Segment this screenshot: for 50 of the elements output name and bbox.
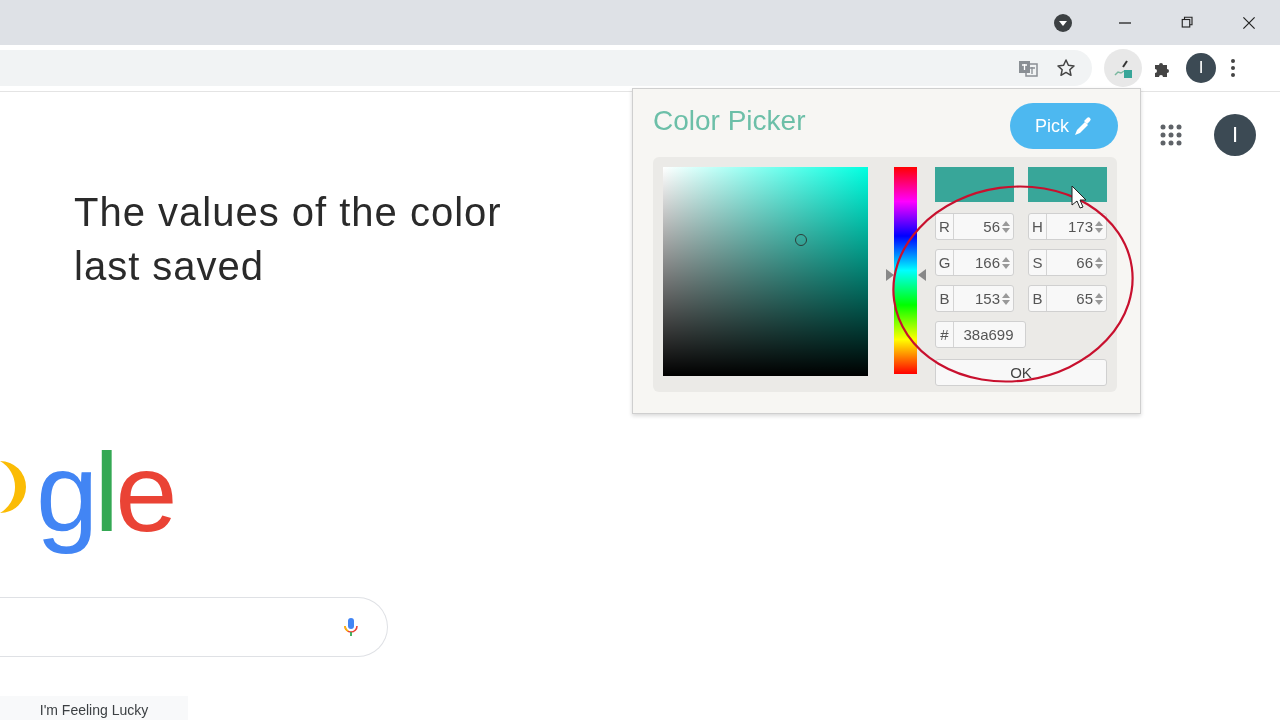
profile-avatar[interactable]: I — [1214, 114, 1256, 156]
field-value: 65 — [1075, 290, 1094, 307]
number-field[interactable]: R 56 — [935, 213, 1014, 240]
number-field[interactable]: S 66 — [1028, 249, 1107, 276]
spinner-icon[interactable] — [1002, 219, 1010, 234]
dropdown-icon — [1053, 12, 1073, 33]
minimize-icon — [1119, 21, 1131, 24]
apps-grid-icon — [1160, 124, 1182, 146]
field-label: S — [1029, 250, 1047, 275]
field-value: 173 — [1066, 218, 1094, 235]
field-value: 56 — [982, 218, 1001, 235]
logo-text: gle — [36, 433, 174, 553]
popup-title: Color Picker — [653, 105, 806, 137]
field-label: H — [1029, 214, 1047, 239]
field-value: 38a699 — [962, 326, 1015, 343]
ok-button[interactable]: OK — [935, 359, 1107, 386]
spinner-icon[interactable] — [1095, 255, 1103, 270]
field-value: 153 — [973, 290, 1001, 307]
number-field[interactable]: # 38a699 — [935, 321, 1026, 348]
spinner-icon[interactable] — [1095, 291, 1103, 306]
number-field[interactable]: B 65 — [1028, 285, 1107, 312]
restore-icon — [1179, 15, 1195, 30]
color-picker-extension-button[interactable] — [1104, 49, 1142, 87]
bookmark-star-button[interactable] — [1056, 58, 1076, 78]
menu-icon — [1230, 58, 1236, 78]
field-label: B — [936, 286, 954, 311]
caption-text: The values of the color last saved — [74, 189, 503, 290]
field-value: 66 — [1075, 254, 1094, 271]
number-field[interactable]: H 173 — [1028, 213, 1107, 240]
field-label: G — [936, 250, 954, 275]
mouse-pointer-icon — [1071, 185, 1087, 209]
field-label: B — [1029, 286, 1047, 311]
spinner-icon[interactable] — [1095, 219, 1103, 234]
star-icon — [1056, 58, 1076, 78]
feeling-lucky-button[interactable]: I'm Feeling Lucky — [0, 696, 188, 720]
translate-button[interactable] — [1018, 58, 1038, 78]
profile-avatar[interactable]: I — [1186, 53, 1216, 83]
number-field[interactable]: B 153 — [935, 285, 1014, 312]
menu-button[interactable] — [1230, 58, 1236, 78]
field-value: 166 — [973, 254, 1001, 271]
saturation-value-area[interactable] — [663, 167, 868, 376]
number-field[interactable]: G 166 — [935, 249, 1014, 276]
field-label: R — [936, 214, 954, 239]
microphone-icon — [341, 615, 361, 639]
apps-button[interactable] — [1160, 124, 1182, 146]
spinner-icon[interactable] — [1002, 291, 1010, 306]
spinner-icon[interactable] — [1002, 255, 1010, 270]
translate-icon — [1018, 58, 1038, 78]
field-label: # — [936, 322, 954, 347]
close-icon — [1241, 14, 1257, 31]
